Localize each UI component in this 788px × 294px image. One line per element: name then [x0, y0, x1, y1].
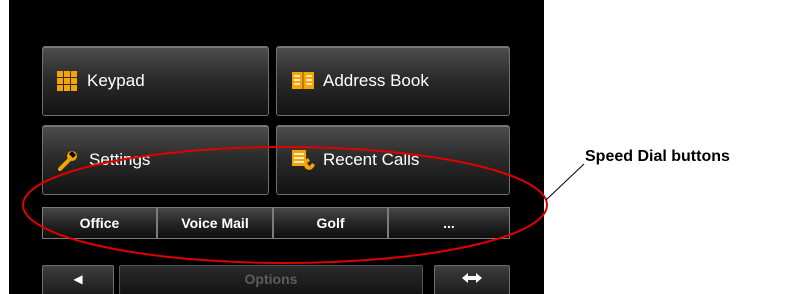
- callout-pointer-line: [545, 163, 585, 201]
- annotation-overlay: [22, 146, 585, 264]
- speed-dial-callout-label: Speed Dial buttons: [585, 148, 730, 165]
- speed-dial-highlight-ellipse: [22, 146, 548, 264]
